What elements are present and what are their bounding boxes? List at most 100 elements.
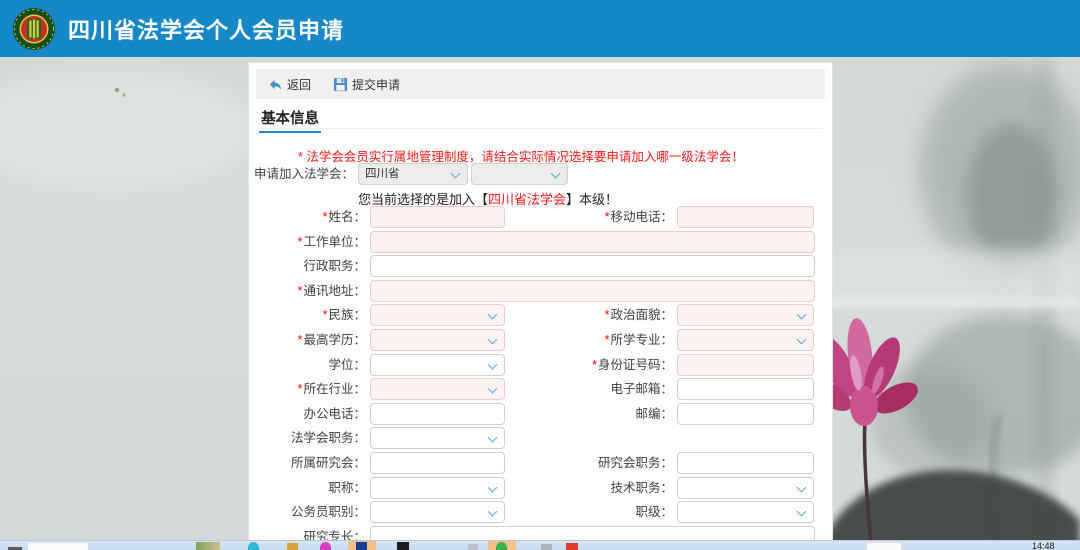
chevron-down-icon (797, 335, 807, 345)
chevron-down-icon (488, 359, 498, 369)
form-row: *工作单位： (249, 231, 832, 253)
office-phone-label: 办公电话： (249, 403, 366, 425)
city-select[interactable] (471, 163, 568, 185)
taskbar-app-icon (356, 542, 367, 550)
back-button[interactable]: 返回 (264, 74, 315, 95)
form-row: 行政职务： (249, 255, 832, 277)
current-selection-prefix: 您当前选择的是加入【 (358, 192, 488, 207)
admin-position-label: 行政职务： (249, 255, 366, 277)
industry-label: *所在行业： (249, 378, 366, 400)
mobile-phone-label: *移动电话： (509, 206, 673, 228)
chevron-down-icon (488, 433, 498, 443)
join-society-label: 申请加入法学会： (249, 163, 354, 185)
chevron-down-icon (488, 507, 498, 517)
form-row: 办公电话：邮编： (249, 403, 832, 425)
industry-select[interactable] (370, 378, 505, 400)
taskbar-app-icon (320, 542, 331, 550)
taskbar-clock: 14:48 (1032, 541, 1055, 550)
submit-application-button[interactable]: 提交申请 (329, 74, 404, 95)
form-row: 法学会职务： (249, 427, 832, 449)
save-icon (333, 77, 348, 92)
chevron-down-icon (797, 507, 807, 517)
email-input[interactable] (677, 378, 814, 400)
join-society-row: 申请加入法学会： 四川省 (249, 163, 832, 185)
political-status-label: *政治面貌： (509, 304, 673, 326)
section-divider (259, 128, 822, 129)
mailing-address-label: *通讯地址： (249, 280, 366, 302)
required-star: * (605, 333, 610, 347)
research-society-position-input[interactable] (677, 452, 814, 474)
app-header: 四川省法学会个人会员申请 (0, 0, 1080, 57)
research-society-input[interactable] (370, 452, 505, 474)
required-star: * (298, 333, 303, 347)
professional-title-label: 职称： (249, 477, 366, 499)
chevron-down-icon (488, 335, 498, 345)
degree-select[interactable] (370, 354, 505, 376)
toolbar: 返回 提交申请 (256, 69, 825, 99)
taskbar-app-icon (468, 544, 478, 550)
name-input[interactable] (370, 206, 505, 228)
law-society-position-select[interactable] (370, 427, 505, 449)
required-star: * (298, 382, 303, 396)
highest-education-label: *最高学历： (249, 329, 366, 351)
professional-title-select[interactable] (370, 477, 505, 499)
work-unit-label: *工作单位： (249, 231, 366, 253)
name-label: *姓名： (249, 206, 366, 228)
admin-position-input[interactable] (370, 255, 815, 277)
taskbar-app-icon (496, 542, 507, 550)
work-unit-input[interactable] (370, 231, 815, 253)
current-selection-society: 四川省法学会 (488, 192, 566, 207)
taskbar-tray-fragment (866, 542, 902, 550)
chevron-down-icon (488, 310, 498, 320)
taskbar-app-icon (287, 543, 298, 550)
taskbar-app-icon (566, 543, 578, 550)
rank-select[interactable] (677, 501, 814, 523)
mobile-phone-input[interactable] (677, 206, 814, 228)
back-button-label: 返回 (287, 76, 311, 93)
form-row: 公务员职别：职级： (249, 501, 832, 523)
ethnicity-label: *民族： (249, 304, 366, 326)
rank-label: 职级： (509, 501, 673, 523)
form-row: *民族： *政治面貌： (249, 304, 832, 326)
form-row: 职称： 技术职务： (249, 477, 832, 499)
email-label: 电子邮箱： (509, 378, 673, 400)
section-header: 基本信息 (259, 107, 822, 131)
highest-education-select[interactable] (370, 329, 505, 351)
required-star: * (298, 235, 303, 249)
application-window: 四川省法学会个人会员申请 返回 (0, 0, 1080, 550)
civil-servant-category-select[interactable] (370, 501, 505, 523)
form-row: 学位：*身份证号码： (249, 354, 832, 376)
mailing-address-input[interactable] (370, 280, 815, 302)
postal-code-input[interactable] (677, 403, 814, 425)
current-selection-suffix: 】本级！ (566, 192, 618, 207)
required-star: * (323, 210, 328, 224)
chevron-down-icon (797, 482, 807, 492)
back-arrow-icon (268, 77, 283, 92)
required-star: * (298, 284, 303, 298)
id-number-label: *身份证号码： (509, 354, 673, 376)
ethnicity-select[interactable] (370, 304, 505, 326)
id-number-input[interactable] (677, 354, 814, 376)
province-select[interactable]: 四川省 (358, 163, 468, 185)
technical-position-select[interactable] (677, 477, 814, 499)
chevron-down-icon (451, 169, 461, 179)
form-panel: 返回 提交申请 基本信息 * 法学会会员实行属地管理制度，请结合实际情况选择要申… (248, 62, 833, 544)
windows-taskbar[interactable]: 14:48 (0, 540, 1080, 550)
province-select-value: 四川省 (365, 168, 400, 180)
taskbar-app-icon (541, 544, 552, 550)
taskbar-app-icon (248, 542, 259, 550)
form-row: 所属研究会：研究会职务： (249, 452, 832, 474)
political-status-select[interactable] (677, 304, 814, 326)
required-star: * (605, 308, 610, 322)
major-select[interactable] (677, 329, 814, 351)
office-phone-input[interactable] (370, 403, 505, 425)
form-rows: *姓名： *移动电话： *工作单位：行政职务： *通讯地址：*民族： *政治面貌： *最高… (249, 206, 832, 550)
technical-position-label: 技术职务： (509, 477, 673, 499)
research-society-label: 所属研究会： (249, 452, 366, 474)
taskbar-app-icon (397, 542, 409, 550)
form-row: *通讯地址： (249, 280, 832, 302)
major-label: *所学专业： (509, 329, 673, 351)
law-society-position-label: 法学会职务： (249, 427, 366, 449)
chevron-down-icon (551, 169, 561, 179)
section-title: 基本信息 (259, 107, 321, 133)
